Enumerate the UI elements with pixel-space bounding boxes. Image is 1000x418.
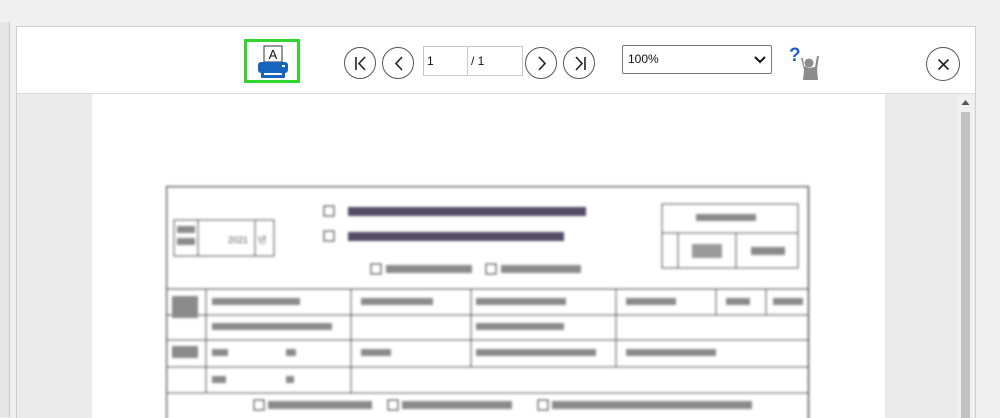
help-glyph: ? bbox=[789, 45, 801, 66]
help-person-icon: ? bbox=[787, 44, 827, 84]
print-button[interactable]: A bbox=[244, 39, 300, 83]
next-page-button[interactable] bbox=[525, 47, 557, 79]
help-button[interactable]: ? bbox=[787, 44, 827, 84]
left-window-edge bbox=[0, 22, 10, 417]
chevron-down-icon bbox=[754, 56, 766, 64]
zoom-select[interactable]: 100% bbox=[622, 45, 772, 74]
last-page-icon bbox=[564, 48, 596, 80]
scroll-up-arrow-icon[interactable] bbox=[957, 96, 974, 108]
printer-icon: A bbox=[257, 45, 289, 81]
last-page-button[interactable] bbox=[563, 47, 595, 79]
first-page-button[interactable] bbox=[344, 47, 376, 79]
previous-page-icon bbox=[383, 48, 415, 80]
page-number-input[interactable]: 1 bbox=[423, 46, 467, 76]
blurred-document-form: 2021 년 bbox=[166, 186, 811, 418]
page-total-label: / 1 bbox=[467, 46, 523, 76]
form-year-suffix: 년 bbox=[258, 235, 266, 245]
vertical-scrollbar[interactable] bbox=[957, 94, 974, 418]
previous-page-button[interactable] bbox=[382, 47, 414, 79]
next-page-icon bbox=[526, 48, 558, 80]
report-viewer: A 1 / 1 bbox=[16, 26, 976, 418]
print-icon-letter: A bbox=[269, 47, 278, 62]
form-year: 2021 bbox=[228, 235, 248, 245]
zoom-value: 100% bbox=[628, 52, 659, 66]
report-page: 2021 년 bbox=[92, 94, 885, 418]
report-content-area: 2021 년 bbox=[17, 94, 975, 418]
close-button[interactable] bbox=[926, 47, 960, 81]
viewer-toolbar: A 1 / 1 bbox=[17, 27, 975, 94]
first-page-icon bbox=[345, 48, 377, 80]
scrollbar-thumb[interactable] bbox=[961, 112, 970, 418]
close-icon bbox=[927, 48, 961, 82]
